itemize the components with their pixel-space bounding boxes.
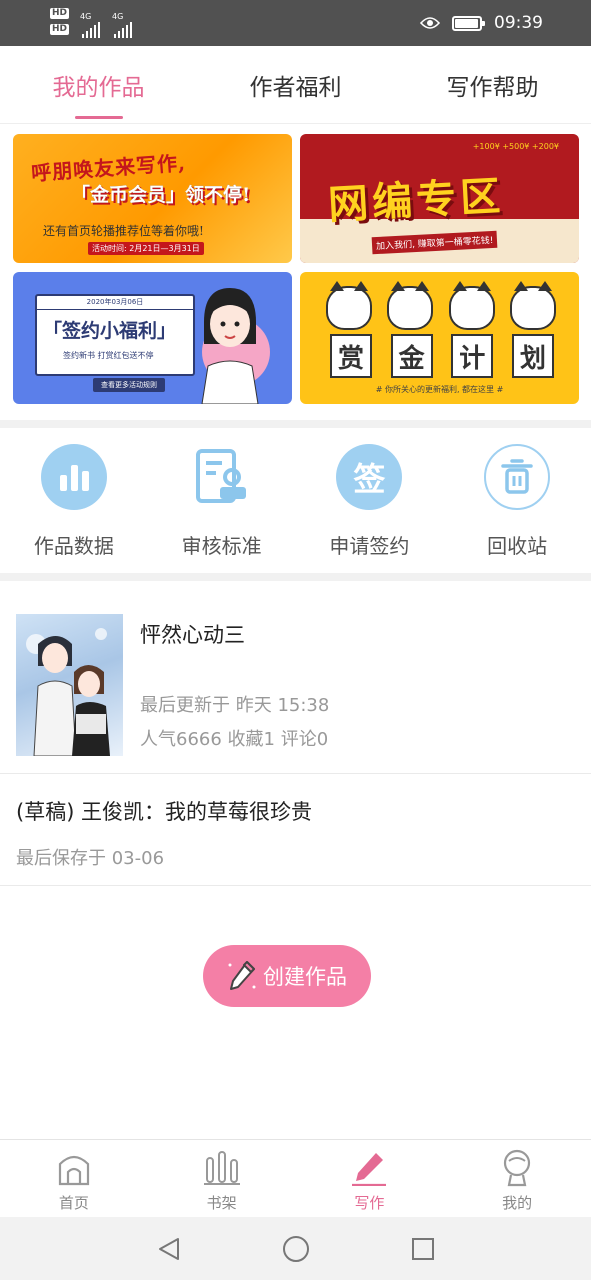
- banner-title-char: 金: [390, 334, 433, 378]
- signal-bar: [90, 28, 92, 38]
- action-works-data[interactable]: 作品数据: [0, 428, 148, 573]
- home-circle-icon[interactable]: [282, 1235, 310, 1263]
- nav-bookshelf[interactable]: 书架: [148, 1140, 296, 1217]
- sign-glyph: 签: [353, 460, 386, 498]
- book-cover: [16, 614, 123, 756]
- signal-bar: [86, 31, 88, 38]
- quick-actions: 作品数据 审核标准 签 申请签约 回收站: [0, 428, 591, 573]
- bottom-nav: 首页 书架 写作 我的: [0, 1139, 591, 1217]
- cat-icon: [509, 281, 556, 330]
- tab-label: 写作帮助: [446, 74, 539, 101]
- banner-window-date: 2020年03月06日: [37, 296, 193, 310]
- hd-badge-2: HD: [50, 24, 70, 35]
- action-recycle-bin[interactable]: 回收站: [443, 428, 591, 573]
- bar-chart-icon: [40, 444, 107, 510]
- signal-bar: [122, 28, 124, 38]
- banner-title: 赏 金 计 划: [330, 334, 554, 378]
- nav-label: 我的: [502, 1194, 533, 1212]
- signal-bar: [130, 22, 132, 38]
- banner-coins: +100¥ +500¥ +200¥: [472, 142, 559, 151]
- nav-label: 首页: [58, 1194, 89, 1212]
- banner-sign-benefits[interactable]: 2020年03月06日 「签约小福利」 签约新书 打赏红包送不停 查看更多活动规…: [13, 272, 292, 404]
- nav-home[interactable]: 首页: [0, 1140, 148, 1217]
- banner-highlight: 「金币会员」领不停!: [71, 184, 251, 206]
- tab-label: 我的作品: [52, 74, 145, 101]
- pencil-icon: [349, 1148, 389, 1188]
- nav-label: 书架: [206, 1194, 237, 1212]
- banner-subtitle: # 你所关心的更新福利, 都在这里 #: [375, 385, 504, 394]
- system-nav-bar: [0, 1217, 591, 1280]
- banner-subtitle: 签约新书 打赏红包送不停: [63, 351, 154, 360]
- home-icon: [54, 1148, 94, 1188]
- action-review-standards[interactable]: 审核标准: [148, 428, 296, 573]
- nav-label: 写作: [354, 1194, 385, 1212]
- tab-author-benefits[interactable]: 作者福利: [197, 46, 394, 123]
- bookshelf-icon: [202, 1148, 242, 1188]
- create-work-button[interactable]: 创建作品: [203, 945, 371, 1007]
- banner-editor-zone[interactable]: +100¥ +500¥ +200¥ 网编专区 加入我们, 赚取第一桶零花钱!: [300, 134, 579, 263]
- section-divider: [0, 573, 591, 581]
- action-label: 回收站: [487, 534, 548, 558]
- signal-bar: [94, 25, 96, 38]
- work-item[interactable]: 怦然心动三 最后更新于 昨天 15:38 人气6666 收藏1 评论0: [0, 581, 591, 774]
- create-work-label: 创建作品: [263, 965, 347, 989]
- cat-icon: [448, 281, 495, 330]
- banner-title: 网编专区: [327, 172, 506, 229]
- tab-label: 作者福利: [249, 74, 342, 101]
- battery-icon: [452, 15, 485, 31]
- back-icon[interactable]: [156, 1236, 182, 1262]
- top-tabs: 我的作品 作者福利 写作帮助: [0, 46, 591, 124]
- battery-fill: [455, 18, 478, 28]
- banner-title-char: 赏: [330, 334, 372, 378]
- section-divider: [0, 420, 591, 428]
- banner-grid: 呼朋唤友来写作, 「金币会员」领不停! 还有首页轮播推荐位等着你哦! 活动时间:…: [0, 124, 591, 420]
- draft-item[interactable]: (草稿) 王俊凯：我的草莓很珍贵 最后保存于 03-06: [0, 774, 591, 886]
- profile-icon: [497, 1148, 537, 1188]
- hd-badge-1: HD: [50, 8, 70, 19]
- girl-illustration: [201, 288, 270, 404]
- sign-badge-icon: 签: [336, 444, 403, 510]
- draft-saved: 最后保存于 03-06: [16, 848, 165, 869]
- signal-bar: [118, 31, 120, 38]
- network-label-1: 4G: [80, 12, 92, 21]
- banner-subtitle: 还有首页轮播推荐位等着你哦!: [43, 224, 204, 238]
- signal-bar: [114, 34, 116, 38]
- banner-title: 「签约小福利」: [43, 320, 177, 342]
- cat-icon: [387, 281, 434, 330]
- action-label: 作品数据: [33, 534, 114, 558]
- status-time: 09:39: [494, 13, 543, 33]
- work-title: 怦然心动三: [140, 623, 245, 647]
- banner-title-char: 划: [511, 334, 554, 378]
- status-network-group: HD HD 4G 4G: [50, 8, 150, 38]
- tab-writing-help[interactable]: 写作帮助: [394, 46, 591, 123]
- trash-icon: [484, 444, 551, 510]
- banner-reward-plan[interactable]: 赏 金 计 划 # 你所关心的更新福利, 都在这里 #: [300, 272, 579, 404]
- action-label: 申请签约: [329, 534, 410, 558]
- nav-write[interactable]: 写作: [296, 1140, 444, 1217]
- pencil-icon: [228, 961, 256, 990]
- signal-bar: [98, 22, 100, 38]
- document-stamp-icon: [189, 444, 255, 510]
- nav-profile[interactable]: 我的: [443, 1140, 591, 1217]
- cat-icon: [326, 281, 372, 330]
- signal-bar: [126, 25, 128, 38]
- action-apply-sign[interactable]: 签 申请签约: [296, 428, 444, 573]
- signal-bar: [82, 34, 84, 38]
- work-updated: 最后更新于 昨天 15:38: [140, 695, 330, 716]
- status-bar: HD HD 4G 4G 09:39: [0, 0, 591, 46]
- draft-title: (草稿) 王俊凯：我的草莓很珍贵: [16, 800, 313, 824]
- banner-invite-friends[interactable]: 呼朋唤友来写作, 「金币会员」领不停! 还有首页轮播推荐位等着你哦! 活动时间:…: [13, 134, 292, 263]
- recent-apps-icon[interactable]: [410, 1236, 436, 1262]
- work-stats: 人气6666 收藏1 评论0: [140, 729, 329, 750]
- eye-icon: [420, 17, 440, 29]
- banner-rules-button: 查看更多活动规则: [93, 378, 165, 392]
- banner-date: 活动时间: 2月21日—3月31日: [88, 242, 204, 255]
- network-label-2: 4G: [112, 12, 124, 21]
- banner-title-char: 计: [451, 334, 494, 378]
- action-label: 审核标准: [181, 534, 262, 558]
- tab-my-works[interactable]: 我的作品: [0, 46, 197, 123]
- tab-active-indicator: [74, 116, 123, 119]
